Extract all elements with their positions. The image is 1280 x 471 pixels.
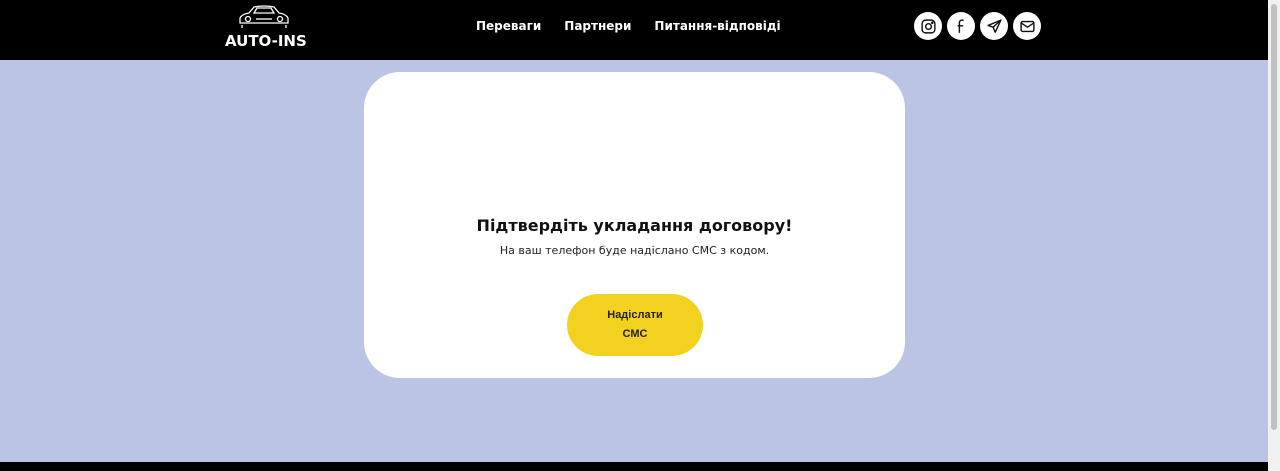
car-icon: [239, 5, 289, 28]
mail-button[interactable]: [1013, 12, 1041, 40]
send-sms-button[interactable]: Надіслати СМС: [567, 294, 703, 356]
logo[interactable]: AUTO-INS: [224, 4, 307, 50]
telegram-button[interactable]: [980, 12, 1008, 40]
mail-icon: [1019, 20, 1035, 32]
instagram-button[interactable]: [914, 12, 942, 40]
card-title: Підтвердіть укладання договору!: [476, 216, 793, 235]
instagram-icon: [920, 18, 936, 34]
main-nav: Переваги Партнери Питання-відповіді: [476, 19, 781, 33]
scrollbar-thumb[interactable]: [1271, 4, 1277, 430]
site-footer: [0, 462, 1268, 471]
social-links: [914, 12, 1041, 40]
send-sms-button-label: Надіслати СМС: [607, 309, 663, 340]
nav-link-faq[interactable]: Питання-відповіді: [654, 19, 780, 33]
facebook-button[interactable]: [947, 12, 975, 40]
nav-link-partners[interactable]: Партнери: [564, 19, 631, 33]
card-subtitle: На ваш телефон буде надіслано СМС з кодо…: [499, 244, 770, 257]
sms-confirm-card: Підтвердіть укладання договору! На ваш т…: [364, 72, 905, 378]
site-header: AUTO-INS Переваги Партнери Питання-відпо…: [0, 0, 1268, 60]
facebook-icon: [957, 18, 964, 33]
logo-text: AUTO-INS: [225, 32, 307, 50]
page-scrollbar[interactable]: [1268, 0, 1280, 471]
telegram-icon: [986, 18, 1002, 33]
nav-link-advantages[interactable]: Переваги: [476, 19, 541, 33]
